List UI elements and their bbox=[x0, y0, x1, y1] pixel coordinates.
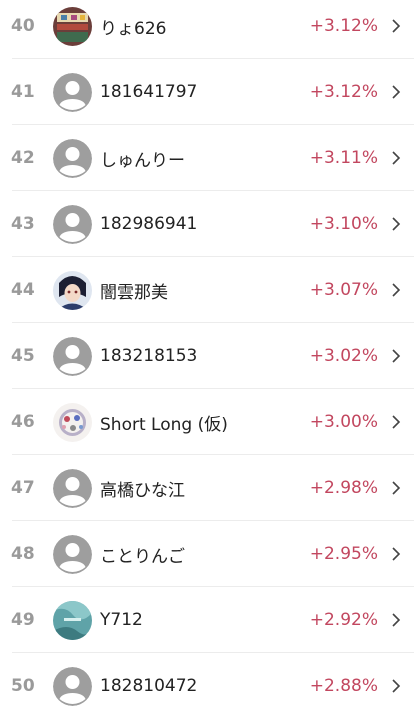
change-percent: +3.07% bbox=[309, 280, 378, 300]
rank-number: 40 bbox=[11, 16, 35, 36]
user-avatar bbox=[53, 270, 92, 310]
chevron-right-icon bbox=[378, 415, 414, 429]
default-user-icon bbox=[53, 138, 92, 178]
user-name: 182986941 bbox=[100, 214, 198, 234]
default-user-icon bbox=[53, 336, 92, 376]
default-user-icon bbox=[53, 666, 92, 706]
rank-number: 49 bbox=[11, 610, 35, 630]
leaderboard-row[interactable]: 41 181641797 +3.12% bbox=[0, 59, 414, 125]
user-name: りょ626 bbox=[100, 18, 167, 39]
leaderboard-row[interactable]: 48 ことりんご +2.95% bbox=[0, 521, 414, 587]
user-avatar bbox=[53, 402, 92, 442]
default-user-icon bbox=[53, 72, 92, 112]
change-percent: +2.95% bbox=[309, 544, 378, 564]
leaderboard-row[interactable]: 47 高橋ひな江 +2.98% bbox=[0, 455, 414, 521]
change-percent: +3.00% bbox=[309, 412, 378, 432]
leaderboard-row[interactable]: 49 Y712 +2.92% bbox=[0, 587, 414, 653]
leaderboard-row[interactable]: 44 闇雲那美 +3.07% bbox=[0, 257, 414, 323]
user-avatar bbox=[53, 6, 92, 46]
change-percent: +3.12% bbox=[309, 16, 378, 36]
chevron-right-icon bbox=[378, 85, 414, 99]
user-name: ことりんご bbox=[100, 546, 185, 567]
rank-number: 42 bbox=[11, 148, 35, 168]
change-percent: +3.11% bbox=[309, 148, 378, 168]
user-name: 182810472 bbox=[100, 676, 198, 696]
rank-number: 46 bbox=[11, 412, 35, 432]
change-percent: +3.12% bbox=[309, 82, 378, 102]
rank-number: 48 bbox=[11, 544, 35, 564]
chevron-right-icon bbox=[378, 547, 414, 561]
leaderboard-row[interactable]: 45 183218153 +3.02% bbox=[0, 323, 414, 389]
user-name: Short Long (仮) bbox=[100, 414, 228, 435]
change-percent: +2.88% bbox=[309, 676, 378, 696]
rank-number: 43 bbox=[11, 214, 35, 234]
user-name: 高橋ひな江 bbox=[100, 480, 185, 501]
leaderboard-row[interactable]: 50 182810472 +2.88% bbox=[0, 653, 414, 719]
chevron-right-icon bbox=[378, 613, 414, 627]
user-avatar bbox=[53, 600, 92, 640]
chevron-right-icon bbox=[378, 283, 414, 297]
chevron-right-icon bbox=[378, 481, 414, 495]
leaderboard-row[interactable]: 40 りょ626 +3.12% bbox=[0, 0, 414, 59]
leaderboard-row[interactable]: 46 Short Long (仮) +3.00% bbox=[0, 389, 414, 455]
chevron-right-icon bbox=[378, 19, 414, 33]
rank-number: 50 bbox=[11, 676, 35, 696]
chevron-right-icon bbox=[378, 679, 414, 693]
user-name: 闇雲那美 bbox=[100, 282, 168, 303]
change-percent: +2.98% bbox=[309, 478, 378, 498]
user-name: 183218153 bbox=[100, 346, 198, 366]
default-user-icon bbox=[53, 468, 92, 508]
rank-number: 45 bbox=[11, 346, 35, 366]
change-percent: +2.92% bbox=[309, 610, 378, 630]
leaderboard-list: 40 りょ626 +3.12% 41 181641797 +3.12% 42 し… bbox=[0, 0, 414, 712]
default-user-icon bbox=[53, 534, 92, 574]
rank-number: 44 bbox=[11, 280, 35, 300]
user-name: しゅんりー bbox=[100, 150, 185, 171]
user-name: 181641797 bbox=[100, 82, 198, 102]
change-percent: +3.02% bbox=[309, 346, 378, 366]
rank-number: 47 bbox=[11, 478, 35, 498]
user-name: Y712 bbox=[100, 610, 143, 630]
chevron-right-icon bbox=[378, 151, 414, 165]
leaderboard-row[interactable]: 42 しゅんりー +3.11% bbox=[0, 125, 414, 191]
leaderboard-row[interactable]: 43 182986941 +3.10% bbox=[0, 191, 414, 257]
default-user-icon bbox=[53, 204, 92, 244]
chevron-right-icon bbox=[378, 217, 414, 231]
change-percent: +3.10% bbox=[309, 214, 378, 234]
chevron-right-icon bbox=[378, 349, 414, 363]
rank-number: 41 bbox=[11, 82, 35, 102]
